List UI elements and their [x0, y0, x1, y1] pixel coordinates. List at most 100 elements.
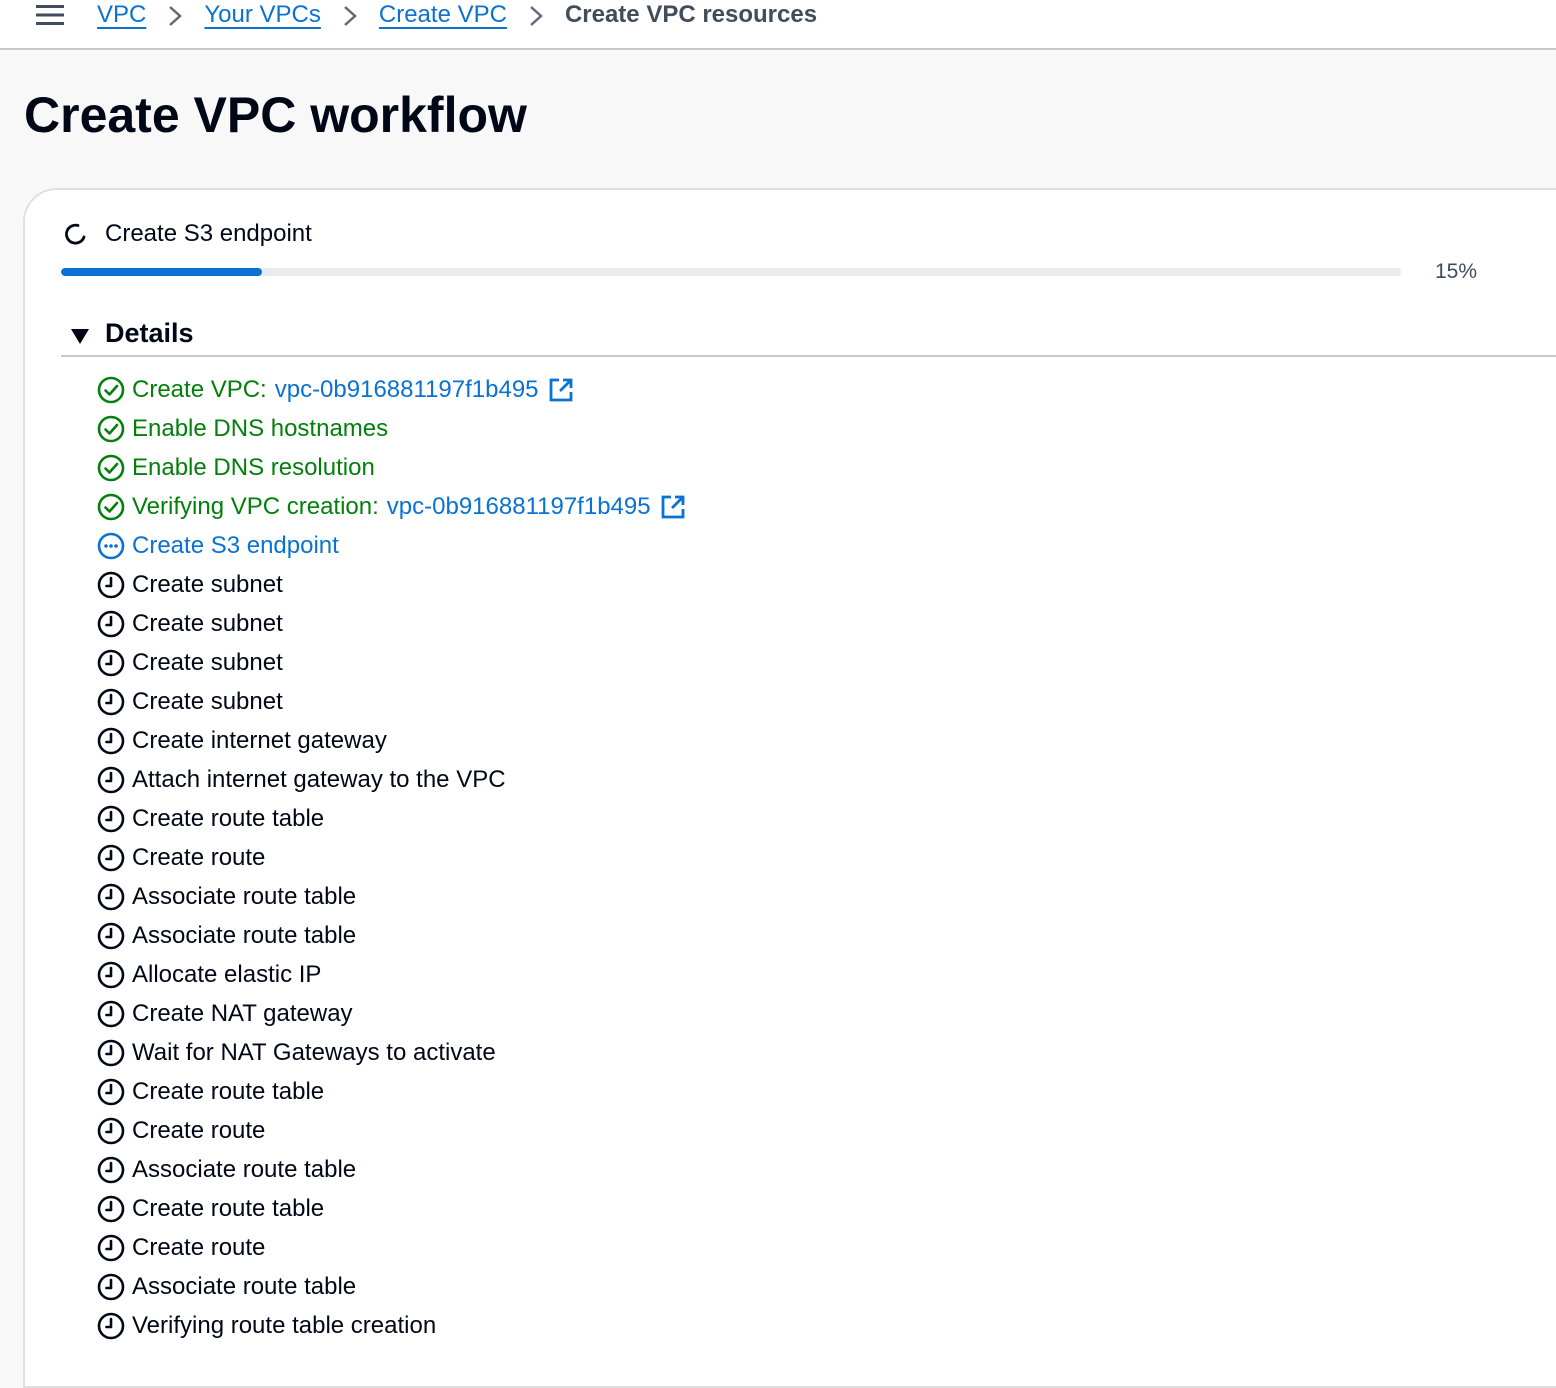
- clock-icon: [96, 1194, 126, 1224]
- workflow-step-label: Verifying VPC creation:: [132, 492, 379, 520]
- workflow-step: Create subnet: [96, 643, 687, 682]
- clock-icon: [96, 999, 126, 1029]
- workflow-step: Associate route table: [96, 877, 687, 916]
- clock-icon: [96, 804, 126, 834]
- workflow-step-label: Associate route table: [132, 882, 357, 910]
- workflow-step-label: Create NAT gateway: [132, 999, 353, 1027]
- workflow-step: Create subnet: [96, 604, 687, 643]
- clock-icon: [96, 726, 126, 756]
- clock-icon: [96, 687, 126, 717]
- breadcrumb-create-vpc-link[interactable]: Create VPC: [379, 1, 507, 29]
- workflow-step: Create route: [96, 838, 687, 877]
- workflow-step: Create route: [96, 1228, 687, 1267]
- chevron-right-icon: [146, 1, 204, 29]
- top-navigation-bar: VPC Your VPCs Create VPC Create VPC reso…: [0, 0, 1556, 50]
- workflow-container: Create S3 endpoint 15% Details Create VP…: [23, 188, 1556, 1388]
- workflow-step-label: Create S3 endpoint: [132, 531, 339, 559]
- clock-icon: [96, 648, 126, 678]
- progress-bar-fill: [61, 268, 262, 276]
- workflow-step: Create route table: [96, 799, 687, 838]
- workflow-step: Create internet gateway: [96, 721, 687, 760]
- clock-icon: [96, 1116, 126, 1146]
- workflow-step-label: Enable DNS resolution: [132, 453, 375, 481]
- workflow-step-label: Create subnet: [132, 648, 283, 676]
- caret-down-icon: [69, 323, 91, 345]
- workflow-step-label: Associate route table: [132, 921, 357, 949]
- breadcrumb-current-page: Create VPC resources: [564, 1, 818, 28]
- workflow-step-label: Enable DNS hostnames: [132, 414, 389, 442]
- clock-icon: [96, 1077, 126, 1107]
- workflow-step-label: Create route: [132, 1116, 266, 1144]
- current-step-status: Create S3 endpoint: [63, 220, 312, 248]
- workflow-step-label: Create subnet: [132, 570, 283, 598]
- workflow-step: Associate route table: [96, 1267, 687, 1306]
- chevron-right-icon: [507, 1, 565, 29]
- workflow-step: Verifying VPC creation: vpc-0b916881197f1…: [96, 487, 687, 526]
- workflow-step: Create route table: [96, 1189, 687, 1228]
- clock-icon: [96, 1155, 126, 1185]
- details-divider: [61, 355, 1556, 357]
- workflow-step-label: Attach internet gateway to the VPC: [132, 765, 506, 793]
- workflow-step: Enable DNS resolution: [96, 448, 687, 487]
- breadcrumb-vpc-link[interactable]: VPC: [97, 1, 146, 29]
- workflow-step-label: Allocate elastic IP: [132, 960, 322, 988]
- clock-icon: [96, 882, 126, 912]
- workflow-step: Create subnet: [96, 565, 687, 604]
- workflow-step: Wait for NAT Gateways to activate: [96, 1033, 687, 1072]
- workflow-step-label: Create route table: [132, 1194, 325, 1222]
- current-step-label: Create S3 endpoint: [105, 220, 312, 247]
- clock-icon: [96, 609, 126, 639]
- workflow-step: Attach internet gateway to the VPC: [96, 760, 687, 799]
- workflow-step-label: Create route table: [132, 804, 325, 832]
- workflow-step-label: Verifying route table creation: [132, 1311, 437, 1339]
- progress-percentage: 15%: [1435, 260, 1478, 283]
- clock-icon: [96, 960, 126, 990]
- workflow-step-label: Create internet gateway: [132, 726, 387, 754]
- progress-bar: [61, 268, 1401, 276]
- details-heading: Details: [105, 318, 194, 348]
- chevron-right-icon: [321, 1, 379, 29]
- check-circle-icon: [96, 492, 126, 522]
- external-link-icon[interactable]: [547, 376, 575, 404]
- workflow-step: Create NAT gateway: [96, 994, 687, 1033]
- details-expander[interactable]: Details: [69, 318, 194, 349]
- workflow-step-label: Create route: [132, 843, 266, 871]
- breadcrumb-your-vpcs-link[interactable]: Your VPCs: [204, 1, 321, 29]
- check-circle-icon: [96, 414, 126, 444]
- loading-spinner-icon: [63, 222, 87, 246]
- workflow-step-label: Wait for NAT Gateways to activate: [132, 1038, 496, 1066]
- workflow-step-label: Associate route table: [132, 1272, 357, 1300]
- clock-icon: [96, 1311, 126, 1341]
- workflow-step: Allocate elastic IP: [96, 955, 687, 994]
- check-circle-icon: [96, 453, 126, 483]
- external-link-icon[interactable]: [659, 493, 687, 521]
- clock-icon: [96, 1272, 126, 1302]
- clock-icon: [96, 921, 126, 951]
- breadcrumb: VPC Your VPCs Create VPC Create VPC reso…: [97, 0, 817, 30]
- vpc-id-link[interactable]: vpc-0b916881197f1b495: [275, 376, 539, 404]
- workflow-step: Create route: [96, 1111, 687, 1150]
- workflow-step-label: Create subnet: [132, 687, 283, 715]
- workflow-step-label: Create subnet: [132, 609, 283, 637]
- clock-icon: [96, 1233, 126, 1263]
- workflow-step-label: Create route: [132, 1233, 266, 1261]
- workflow-step-label: Create route table: [132, 1077, 325, 1105]
- check-circle-icon: [96, 375, 126, 405]
- workflow-step: Verifying route table creation: [96, 1306, 687, 1345]
- workflow-step: Associate route table: [96, 1150, 687, 1189]
- hamburger-menu-icon[interactable]: [36, 2, 64, 28]
- clock-icon: [96, 1038, 126, 1068]
- clock-icon: [96, 843, 126, 873]
- workflow-step: Create subnet: [96, 682, 687, 721]
- clock-icon: [96, 570, 126, 600]
- page-title: Create VPC workflow: [24, 87, 527, 143]
- workflow-step: Associate route table: [96, 916, 687, 955]
- in-progress-ellipsis-icon: [96, 531, 126, 561]
- workflow-step: Create S3 endpoint: [96, 526, 687, 565]
- workflow-step: Create route table: [96, 1072, 687, 1111]
- workflow-step: Create VPC: vpc-0b916881197f1b495: [96, 370, 687, 409]
- clock-icon: [96, 765, 126, 795]
- workflow-step: Enable DNS hostnames: [96, 409, 687, 448]
- workflow-step-label: Associate route table: [132, 1155, 357, 1183]
- vpc-id-link[interactable]: vpc-0b916881197f1b495: [387, 493, 651, 521]
